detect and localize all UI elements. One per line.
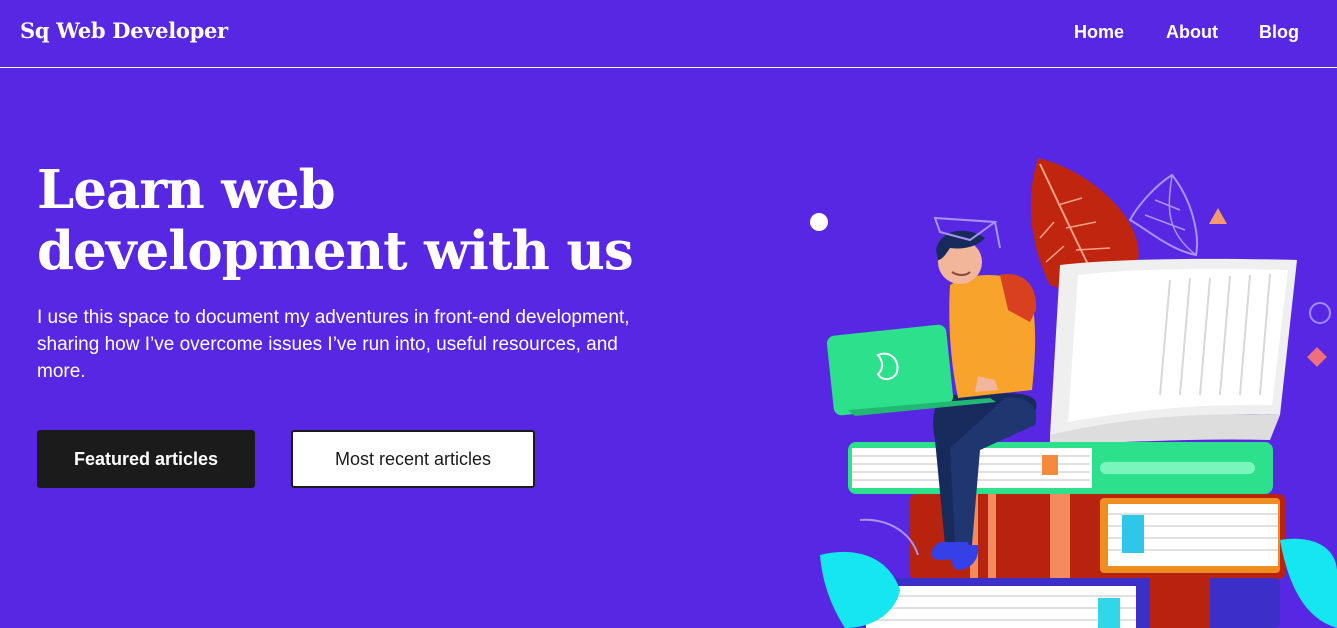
nav-about-link[interactable]: About	[1166, 22, 1218, 43]
decor-triangle	[1209, 208, 1227, 224]
featured-articles-button[interactable]: Featured articles	[37, 430, 255, 488]
most-recent-articles-button[interactable]: Most recent articles	[291, 430, 535, 488]
nav-home-link[interactable]: Home	[1074, 22, 1124, 43]
hero-title: Learn web development with us	[37, 159, 634, 282]
decor-dot	[810, 213, 828, 231]
nav-blog-link[interactable]: Blog	[1259, 22, 1299, 43]
hero-description: I use this space to document my adventur…	[37, 307, 630, 382]
decor-diamond	[1307, 347, 1327, 367]
brand-logo[interactable]: Sq Web Developer	[20, 18, 228, 43]
student-with-laptop-on-books-illustration	[810, 158, 1337, 628]
decor-ring	[1309, 302, 1331, 324]
navbar: Sq Web Developer Home About Blog	[0, 0, 1337, 68]
